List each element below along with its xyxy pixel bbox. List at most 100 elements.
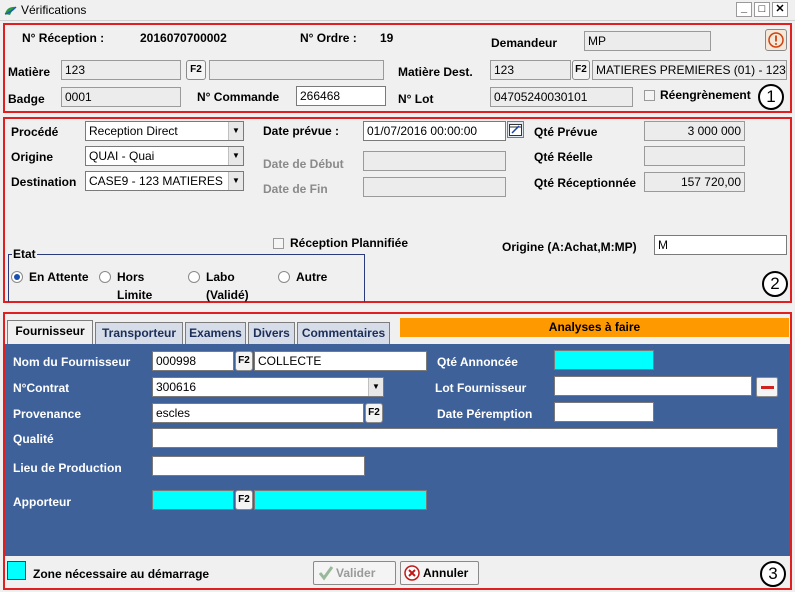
- etat-en-attente-radio[interactable]: [11, 271, 23, 283]
- app-icon: [4, 4, 17, 17]
- nom-fournisseur-field[interactable]: COLLECTE: [254, 351, 427, 371]
- ordre-label: N° Ordre :: [300, 31, 357, 45]
- date-debut-field[interactable]: [363, 151, 506, 171]
- ordre-value: 19: [380, 31, 394, 45]
- qte-receptionnee-field[interactable]: 157 720,00: [644, 172, 745, 192]
- provenance-f2-button[interactable]: F2: [365, 403, 383, 423]
- matiere-dest-label: Matière Dest.: [398, 65, 473, 79]
- origine-label: Origine: [11, 150, 54, 164]
- etat-valide-label: (Validé): [206, 288, 249, 302]
- reengrenement-checkbox[interactable]: [644, 90, 655, 101]
- maximize-button[interactable]: □: [754, 2, 770, 17]
- section-marker-3: 3: [760, 561, 786, 587]
- date-prevue-field[interactable]: 01/07/2016 00:00:00: [363, 121, 506, 141]
- origine-achat-field[interactable]: M: [654, 235, 787, 255]
- reception-label: N° Réception :: [22, 31, 105, 45]
- annuler-label: Annuler: [423, 566, 469, 580]
- etat-hors-label: Hors: [117, 270, 145, 284]
- tab-transporteur[interactable]: Transporteur: [95, 322, 183, 344]
- date-debut-label: Date de Début: [263, 157, 344, 171]
- procede-select[interactable]: Reception Direct ▼: [85, 121, 244, 141]
- qte-annoncee-label: Qté Annoncée: [437, 355, 518, 369]
- etat-hors-limite-radio[interactable]: [99, 271, 111, 283]
- chevron-down-icon[interactable]: ▼: [228, 147, 243, 165]
- contrat-select[interactable]: 300616 ▼: [152, 377, 384, 397]
- date-fin-field[interactable]: [363, 177, 506, 197]
- lieu-production-field[interactable]: [152, 456, 365, 476]
- valider-button[interactable]: Valider: [313, 561, 396, 585]
- destination-label: Destination: [11, 175, 77, 189]
- badge-label: Badge: [8, 92, 45, 106]
- demandeur-label: Demandeur: [491, 36, 558, 50]
- etat-en-attente-label: En Attente: [29, 270, 89, 284]
- demandeur-field[interactable]: MP: [584, 31, 711, 51]
- window-title: Vérifications: [21, 3, 87, 17]
- lot-label: N° Lot: [398, 92, 434, 106]
- minimize-button[interactable]: _: [736, 2, 752, 17]
- contrat-value: 300616: [156, 380, 197, 394]
- chevron-down-icon[interactable]: ▼: [228, 172, 243, 190]
- etat-label: Etat: [12, 247, 37, 261]
- contrat-label: N°Contrat: [13, 381, 70, 395]
- qte-prevue-label: Qté Prévue: [534, 125, 598, 139]
- destination-select[interactable]: CASE9 - 123 MATIERES ▼: [85, 171, 244, 191]
- matiere-f2-button[interactable]: F2: [186, 60, 206, 80]
- nom-fournisseur-code-field[interactable]: 000998: [152, 351, 234, 371]
- calendar-icon[interactable]: [507, 121, 524, 138]
- nom-fournisseur-label: Nom du Fournisseur: [13, 355, 131, 369]
- matiere-code-field[interactable]: 123: [61, 60, 181, 80]
- section-marker-1: 1: [758, 84, 784, 110]
- tab-examens[interactable]: Examens: [185, 322, 246, 344]
- valider-label: Valider: [336, 566, 376, 580]
- matiere-dest-f2-button[interactable]: F2: [572, 60, 590, 80]
- reception-planifiee-checkbox[interactable]: [273, 238, 284, 249]
- info-icon[interactable]: [765, 29, 787, 51]
- etat-labo-label: Labo: [206, 270, 235, 284]
- matiere-desc-field[interactable]: [209, 60, 384, 80]
- cancel-icon: [404, 565, 420, 581]
- provenance-field[interactable]: escles: [152, 403, 364, 423]
- date-peremption-field[interactable]: [554, 402, 654, 422]
- lieu-production-label: Lieu de Production: [13, 461, 122, 475]
- annuler-button[interactable]: Annuler: [400, 561, 479, 585]
- etat-autre-radio[interactable]: [278, 271, 290, 283]
- etat-labo-radio[interactable]: [188, 271, 200, 283]
- tab-fournisseur[interactable]: Fournisseur: [7, 320, 93, 344]
- procede-label: Procédé: [11, 125, 59, 139]
- date-fin-label: Date de Fin: [263, 182, 328, 196]
- nom-fournisseur-f2-button[interactable]: F2: [235, 351, 253, 371]
- analyses-banner[interactable]: Analyses à faire: [400, 318, 789, 337]
- remove-icon[interactable]: [756, 377, 778, 397]
- section-marker-2: 2: [762, 271, 788, 297]
- qte-prevue-field[interactable]: 3 000 000: [644, 121, 745, 141]
- chevron-down-icon[interactable]: ▼: [228, 122, 243, 140]
- reengrenement-label: Réengrènement: [660, 88, 751, 102]
- lot-fournisseur-field[interactable]: [554, 376, 752, 396]
- date-peremption-label: Date Péremption: [437, 407, 533, 421]
- matiere-label: Matière: [8, 65, 51, 79]
- qualite-label: Qualité: [13, 432, 54, 446]
- reception-planifiee-label: Réception Plannifiée: [290, 236, 409, 250]
- qte-annoncee-field[interactable]: [554, 350, 654, 370]
- lot-field[interactable]: 04705240030101: [490, 87, 633, 107]
- tab-commentaires[interactable]: Commentaires: [297, 322, 390, 344]
- matiere-dest-desc-field[interactable]: MATIERES PREMIERES (01) - 123: [592, 60, 787, 80]
- commande-field[interactable]: 266468: [296, 86, 386, 106]
- provenance-label: Provenance: [13, 407, 82, 421]
- apporteur-code-field[interactable]: [152, 490, 234, 510]
- matiere-dest-code-field[interactable]: 123: [490, 60, 571, 80]
- tab-divers[interactable]: Divers: [248, 322, 295, 344]
- legend-label: Zone nécessaire au démarrage: [33, 567, 210, 581]
- close-button[interactable]: ✕: [772, 2, 788, 17]
- origine-select[interactable]: QUAI - Quai ▼: [85, 146, 244, 166]
- apporteur-name-field[interactable]: [254, 490, 427, 510]
- chevron-down-icon[interactable]: ▼: [368, 378, 383, 396]
- badge-field[interactable]: 0001: [61, 87, 181, 107]
- qualite-field[interactable]: [152, 428, 778, 448]
- qte-reelle-field[interactable]: [644, 146, 745, 166]
- qte-reelle-label: Qté Réelle: [534, 150, 593, 164]
- apporteur-f2-button[interactable]: F2: [235, 490, 253, 510]
- check-icon: [318, 565, 334, 581]
- reception-value: 2016070700002: [140, 31, 227, 45]
- procede-value: Reception Direct: [89, 124, 178, 138]
